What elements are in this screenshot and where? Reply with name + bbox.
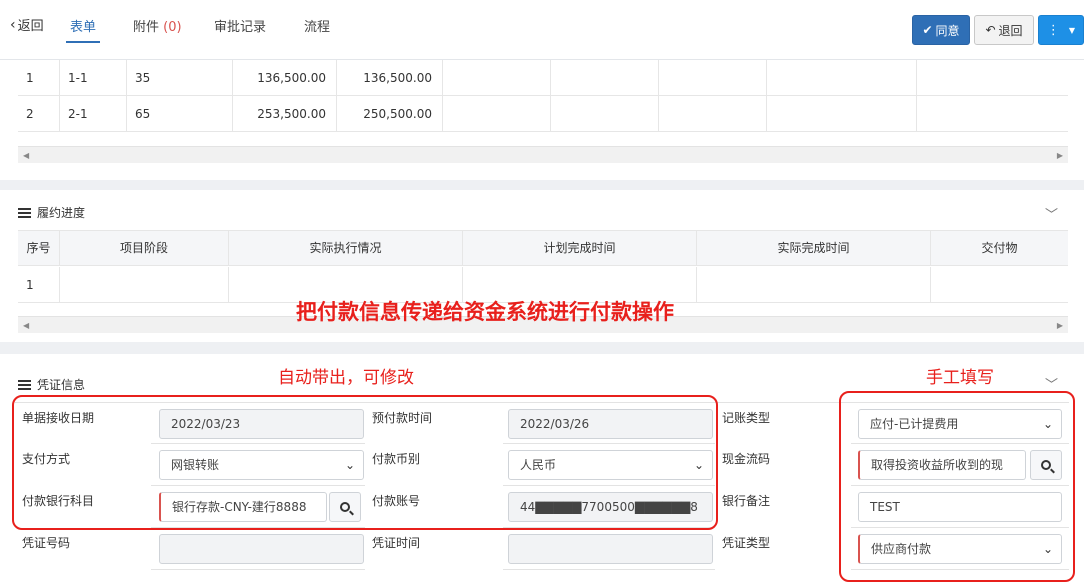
table-cell: 1	[18, 60, 60, 96]
progress-table-header: 序号 项目阶段 实际执行情况 计划完成时间 实际完成时间 交付物	[18, 230, 1068, 266]
table-cell	[659, 60, 767, 96]
approve-button[interactable]: ✔ 同意	[912, 15, 970, 45]
bank-remark-label: 银行备注	[715, 486, 851, 528]
voucher-time-field[interactable]	[508, 534, 713, 564]
column-header: 交付物	[981, 241, 1018, 255]
table-cell: 2-1	[60, 96, 127, 132]
attachment-count-badge: (0)	[163, 20, 182, 35]
undo-icon: ↶	[985, 23, 996, 37]
table-cell: 136,500.00	[233, 60, 337, 96]
reject-label: 退回	[998, 23, 1023, 38]
voucher-time-label: 凭证时间	[365, 528, 503, 570]
table-cell: 65	[127, 96, 233, 132]
chevron-left-icon: ‹	[10, 16, 16, 33]
scroll-right-icon[interactable]: ▶	[1057, 317, 1063, 334]
approve-label: 同意	[935, 23, 960, 38]
cashflow-code-label: 现金流码	[715, 444, 851, 486]
table-cell	[443, 96, 551, 132]
table-cell: 1	[18, 267, 60, 303]
table-cell: 253,500.00	[233, 96, 337, 132]
scroll-left-icon[interactable]: ◀	[23, 147, 29, 164]
table-cell: 1-1	[60, 60, 127, 96]
chevron-down-icon[interactable]: ﹀	[1045, 204, 1058, 223]
scroll-right-icon[interactable]: ▶	[1057, 147, 1063, 164]
annotation-center: 把付款信息传递给资金系统进行付款操作	[296, 300, 674, 324]
horizontal-scrollbar[interactable]: ◀ ▶	[18, 146, 1068, 163]
table-cell	[551, 96, 659, 132]
more-vertical-icon: ⋮	[1046, 22, 1060, 38]
column-header: 项目阶段	[60, 231, 229, 266]
more-actions-button[interactable]: ⋮ ▼	[1038, 15, 1084, 45]
progress-title: 履约进度	[37, 206, 86, 220]
back-link[interactable]: ‹ 返回	[10, 15, 44, 35]
table-cell	[60, 267, 229, 303]
table-cell	[551, 60, 659, 96]
booking-type-label: 记账类型	[715, 403, 851, 445]
tab-workflow[interactable]: 流程	[304, 16, 330, 35]
voucher-title: 凭证信息	[37, 378, 86, 392]
active-tab-indicator	[66, 41, 100, 43]
tab-form[interactable]: 表单	[70, 16, 96, 35]
scroll-left-icon[interactable]: ◀	[23, 317, 29, 334]
column-header: 实际完成时间	[697, 231, 931, 266]
table-cell	[767, 60, 917, 96]
back-label: 返回	[17, 19, 44, 34]
annotation-right: 手工填写	[926, 368, 994, 388]
column-header: 计划完成时间	[463, 231, 697, 266]
voucher-type-label: 凭证类型	[715, 528, 851, 570]
table-cell	[697, 267, 931, 303]
tab-approval-records[interactable]: 审批记录	[214, 16, 266, 35]
tab-attachments-label: 附件	[133, 20, 160, 35]
table-cell: 2	[18, 96, 60, 132]
voucher-number-field[interactable]	[159, 534, 364, 564]
voucher-section-title[interactable]: 凭证信息	[18, 376, 85, 393]
top-toolbar: ‹ 返回 表单 附件 (0) 审批记录 流程 ✔ 同意 ↶ 退回 ⋮ ▼	[0, 0, 1084, 60]
table-cell: 35	[127, 60, 233, 96]
caret-down-icon: ▼	[1068, 25, 1076, 35]
column-header: 序号	[18, 231, 60, 266]
table-cell: 136,500.00	[337, 60, 443, 96]
table-cell	[443, 60, 551, 96]
tab-attachments[interactable]: 附件 (0)	[133, 16, 182, 35]
table-row: 1 1-1 35 136,500.00 136,500.00	[18, 60, 1068, 96]
menu-icon	[18, 379, 31, 390]
column-header: 实际执行情况	[229, 231, 463, 266]
voucher-number-label: 凭证号码	[15, 528, 151, 570]
annotation-left: 自动带出，可修改	[278, 368, 414, 388]
table-cell	[767, 96, 917, 132]
progress-section-title[interactable]: 履约进度	[18, 204, 85, 221]
reject-button[interactable]: ↶ 退回	[974, 15, 1034, 45]
table-cell: 250,500.00	[337, 96, 443, 132]
amount-table-panel: 1 1-1 35 136,500.00 136,500.00 2 2-1 65 …	[0, 60, 1084, 180]
manual-fill-highlight-box	[839, 391, 1075, 582]
table-cell	[659, 96, 767, 132]
menu-icon	[18, 207, 31, 218]
check-icon: ✔	[922, 23, 933, 37]
table-row: 2 2-1 65 253,500.00 250,500.00	[18, 96, 1068, 132]
auto-fill-highlight-box	[12, 395, 718, 530]
